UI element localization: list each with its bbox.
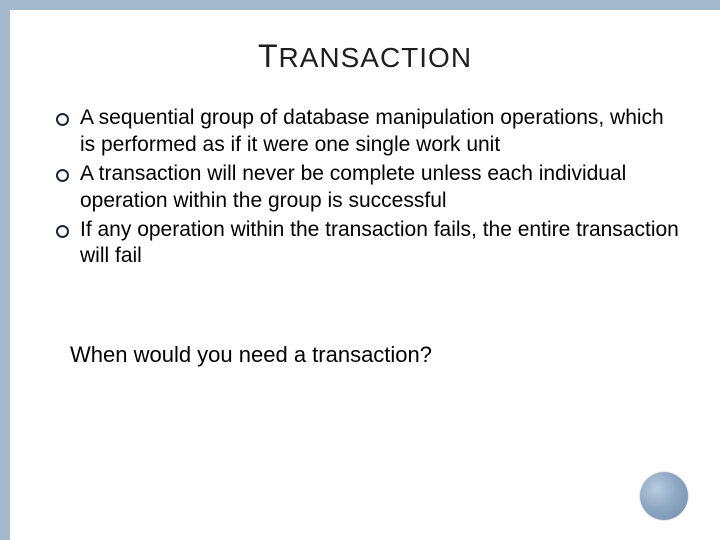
list-item: A sequential group of database manipulat… [56,105,680,159]
list-item: If any operation within the transaction … [56,217,680,271]
title-rest: RANSACTION [278,42,472,73]
bullet-list: A sequential group of database manipulat… [56,105,680,270]
page-title: TRANSACTION [50,38,680,75]
decorative-circle-icon [640,472,688,520]
bullet-text: A transaction will never be complete unl… [80,162,626,212]
left-border [0,10,10,540]
bullet-text: A sequential group of database manipulat… [80,106,664,156]
list-item: A transaction will never be complete unl… [56,161,680,215]
bullet-text: If any operation within the transaction … [80,218,679,268]
title-first-letter: T [258,38,279,74]
question-text: When would you need a transaction? [70,342,680,368]
top-border [0,0,720,10]
slide-content: TRANSACTION A sequential group of databa… [0,10,720,368]
